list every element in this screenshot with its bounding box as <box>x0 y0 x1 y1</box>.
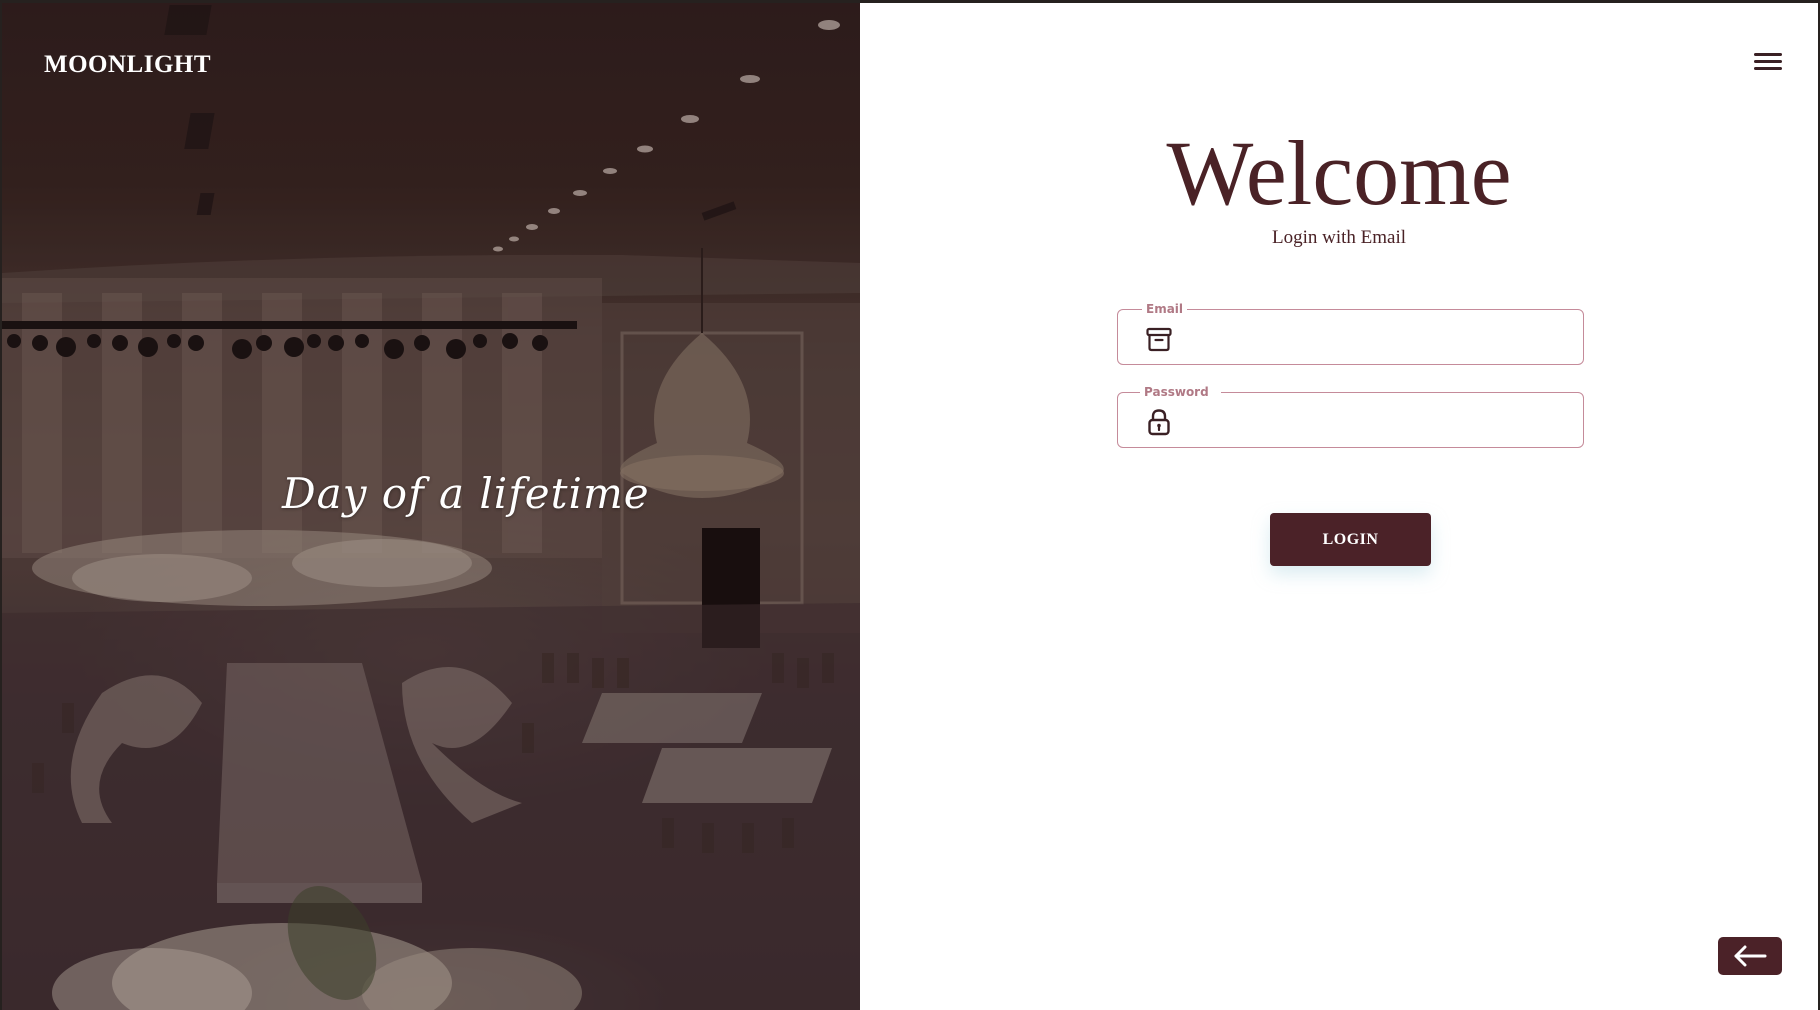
login-button[interactable]: LOGIN <box>1270 513 1431 566</box>
lock-icon <box>1148 409 1170 436</box>
email-field[interactable]: Email <box>1117 301 1584 365</box>
page-subtitle: Login with Email <box>1271 227 1407 248</box>
email-input[interactable] <box>1188 320 1571 356</box>
hamburger-menu-icon[interactable] <box>1754 53 1782 75</box>
email-field-label: Email <box>1142 301 1188 317</box>
login-panel: Welcome Login with Email Email Password … <box>860 3 1818 1010</box>
archive-box-icon <box>1146 327 1172 352</box>
hero-panel: MOONLIGHT Day of a lifetime <box>2 3 860 1010</box>
hero-tagline: Day of a lifetime <box>282 469 650 518</box>
back-button[interactable] <box>1718 937 1782 975</box>
page-title: Welcome <box>1166 122 1512 224</box>
password-field[interactable]: Password <box>1117 384 1584 448</box>
brand-logo[interactable]: MOONLIGHT <box>44 51 211 79</box>
password-input[interactable] <box>1188 403 1571 439</box>
arrow-left-icon <box>1734 945 1767 967</box>
password-field-label: Password <box>1140 384 1221 400</box>
page: MOONLIGHT Day of a lifetime Welcome Logi… <box>0 0 1820 1010</box>
